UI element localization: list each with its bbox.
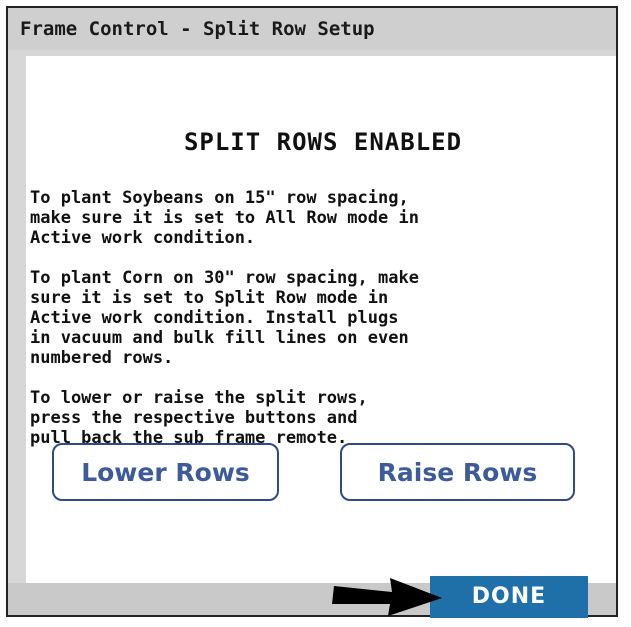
instruction-soybeans: To plant Soybeans on 15" row spacing, ma… [30, 188, 419, 248]
dialog-window: Frame Control - Split Row Setup SPLIT RO… [6, 6, 618, 617]
raise-rows-button[interactable]: Raise Rows [340, 443, 575, 501]
instruction-corn: To plant Corn on 30" row spacing, make s… [30, 268, 419, 368]
arrow-right-icon [332, 578, 442, 616]
instructions: To plant Soybeans on 15" row spacing, ma… [30, 188, 616, 468]
instruction-lower-raise: To lower or raise the split rows, press … [30, 388, 368, 448]
content-panel: SPLIT ROWS ENABLED To plant Soybeans on … [26, 56, 616, 583]
window-title: Frame Control - Split Row Setup [8, 8, 616, 50]
lower-rows-button[interactable]: Lower Rows [52, 443, 279, 501]
page-heading: SPLIT ROWS ENABLED [183, 128, 463, 156]
done-button[interactable]: DONE [430, 576, 588, 618]
